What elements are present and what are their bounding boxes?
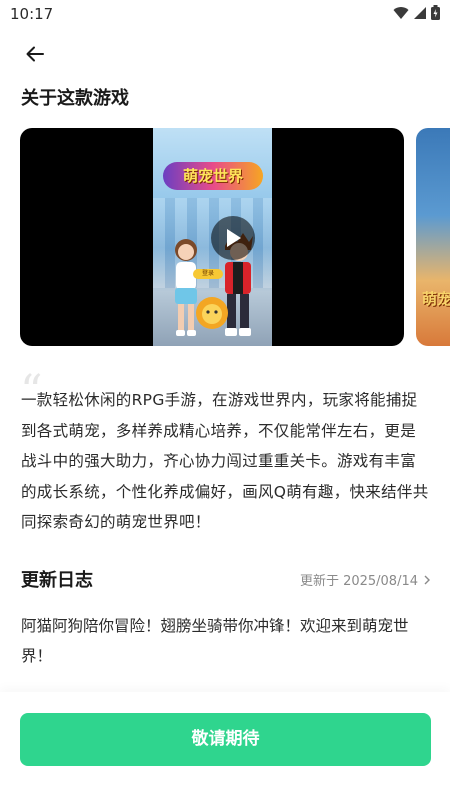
signal-icon [414,6,426,19]
wifi-icon [393,6,409,19]
status-time: 10:17 [10,5,54,23]
game-description: 一款轻松休闲的RPG手游，在游戏世界内，玩家将能捕捉到各式萌宠，多样养成精心培养… [21,391,429,531]
chevron-right-icon [424,575,430,584]
video-login-button: 登录 [193,269,223,279]
about-title: 关于这款游戏 [21,88,129,109]
trailer-video[interactable]: 萌宠世界 登录 [20,128,404,346]
changelog-title: 更新日志 [21,570,93,591]
play-icon [227,229,241,247]
changelog-text: 阿猫阿狗陪你冒险！翅膀坐骑带你冲锋！欢迎来到萌宠世界！ [21,617,409,665]
back-button[interactable] [18,40,52,68]
game-logo: 萌宠世界 [163,162,263,190]
media-carousel[interactable]: 萌宠世界 登录 萌宠 [20,128,450,346]
lion-pet-image [196,297,228,329]
screenshot-thumbnail[interactable]: 萌宠 [416,128,450,346]
battery-icon [431,5,440,20]
changelog-date-link[interactable]: 更新于 2025/08/14 [300,570,430,589]
coming-soon-button[interactable]: 敬请期待 [20,713,431,766]
status-bar: 10:17 [0,0,450,30]
arrow-left-icon [26,46,44,62]
play-button[interactable] [211,216,255,260]
changelog-date: 更新于 2025/08/14 [299,574,418,589]
screenshot-text: 萌宠 [422,290,450,308]
status-icons [393,5,440,20]
